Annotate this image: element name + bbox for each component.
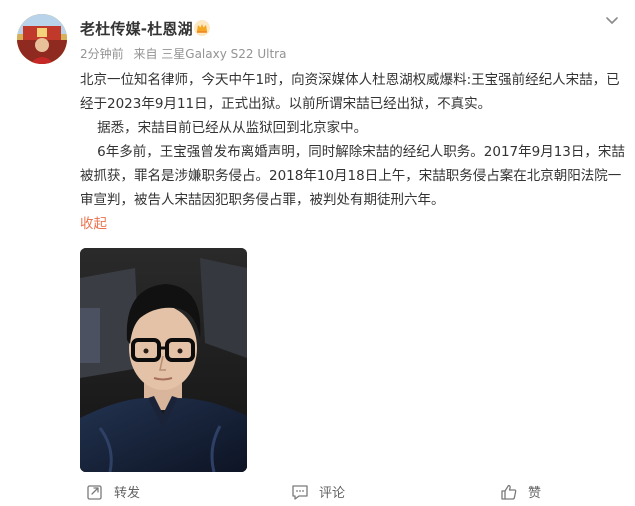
comment-button[interactable]: 评论 <box>291 482 345 501</box>
post-content: 北京一位知名律师，今天中午1时，向资深媒体人杜恩湖权威爆料:王宝强前经纪人宋喆，… <box>80 68 625 236</box>
collapse-link[interactable]: 收起 <box>80 216 107 232</box>
like-label: 赞 <box>528 486 542 501</box>
selfie-photo <box>80 248 247 472</box>
author-name[interactable]: 老杜传媒-杜恩湖 <box>80 18 193 39</box>
post-collapse-row: 收起 <box>80 212 625 236</box>
thumbs-up-icon <box>501 484 517 500</box>
avatar-photo <box>17 14 67 64</box>
comment-icon <box>292 484 308 500</box>
author-avatar[interactable] <box>17 14 67 64</box>
crown-icon <box>194 20 210 36</box>
post-paragraph-text: 6年多前，王宝强曾发布离婚声明，同时解除宋喆的经纪人职务。2017年9月13日，… <box>80 144 625 208</box>
like-button[interactable]: 赞 <box>500 482 541 501</box>
post-time[interactable]: 2分钟前 <box>80 47 124 61</box>
chevron-down-icon[interactable] <box>603 11 621 29</box>
comment-label: 评论 <box>319 486 346 501</box>
post-paragraph: 6年多前，王宝强曾发布离婚声明，同时解除宋喆的经纪人职务。2017年9月13日，… <box>80 140 625 212</box>
repost-button[interactable]: 转发 <box>86 482 140 501</box>
post-paragraph: 据悉，宋喆目前已经从从监狱回到北京家中。 <box>80 116 625 140</box>
post-paragraph-text: 据悉，宋喆目前已经从从监狱回到北京家中。 <box>80 120 368 136</box>
post-action-bar: 转发 评论 赞 <box>0 478 635 506</box>
repost-icon <box>87 484 102 500</box>
post-image[interactable] <box>80 248 247 472</box>
post-paragraph: 北京一位知名律师，今天中午1时，向资深媒体人杜恩湖权威爆料:王宝强前经纪人宋喆，… <box>80 72 620 112</box>
repost-label: 转发 <box>114 486 141 501</box>
post-source: 来自 三星Galaxy S22 Ultra <box>133 47 287 61</box>
post-meta: 2分钟前 来自 三星Galaxy S22 Ultra <box>80 45 292 62</box>
weibo-post-card: 老杜传媒-杜恩湖 2分钟前 来自 三星Galaxy S22 Ultra 北京一位… <box>0 0 635 506</box>
